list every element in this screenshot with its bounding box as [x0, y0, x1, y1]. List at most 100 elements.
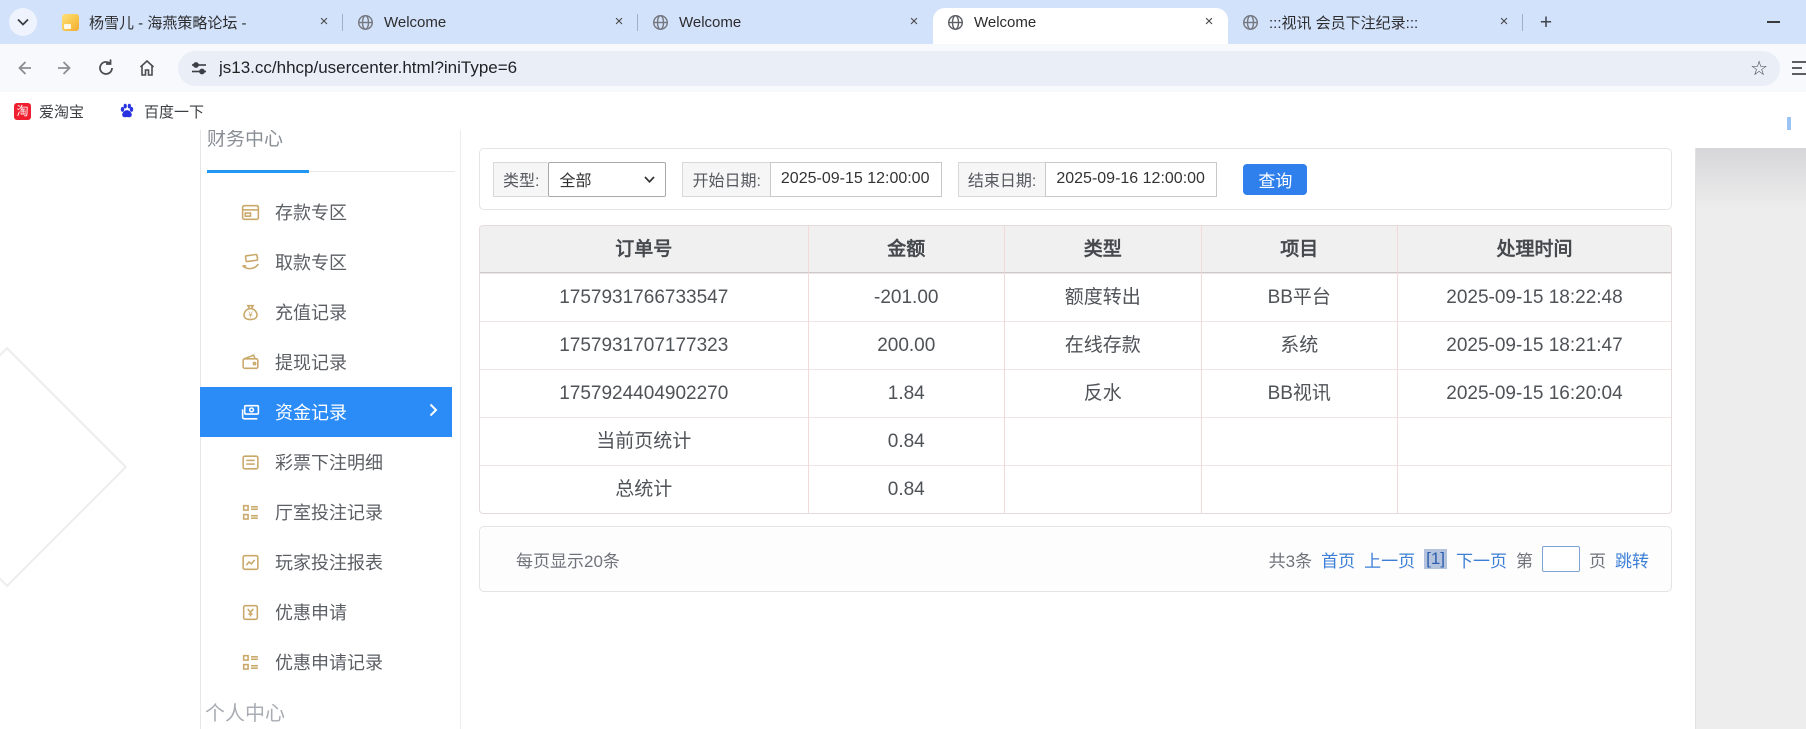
cell-empty [1200, 465, 1398, 513]
bookmark-baidu[interactable]: 百度一下 [118, 101, 204, 122]
cell-amount: 1.84 [807, 369, 1005, 417]
cell-order-no: 1757924404902270 [480, 369, 808, 417]
sidebar-menu: 存款专区 取款专区 ¥ 充值记录 提现记录 资金记录 彩票下注明细 厅室投注记录… [200, 187, 460, 687]
sidebar-item-label: 资金记录 [275, 403, 347, 423]
prev-page-link[interactable]: 上一页 [1364, 547, 1415, 572]
cell-amount: 200.00 [807, 321, 1005, 369]
detail-list-icon [242, 654, 258, 670]
sidebar-section-finance: 财务中心 [207, 130, 284, 147]
total-count-text: 共3条 [1268, 551, 1313, 571]
minimize-button[interactable] [1760, 13, 1786, 31]
sidebar-item-promo-apply-record[interactable]: 优惠申请记录 [200, 637, 460, 687]
tab-close-icon[interactable]: × [610, 13, 628, 31]
forward-button[interactable] [48, 51, 82, 85]
baidu-icon [120, 103, 134, 118]
next-page-link[interactable]: 下一页 [1456, 547, 1507, 572]
tab-welcome-2[interactable]: Welcome × [638, 0, 933, 44]
page-size-text: 每页显示20条 [516, 551, 620, 571]
chart-report-icon [242, 554, 259, 570]
jump-prefix-text: 第 [1516, 551, 1533, 571]
chevron-right-icon [429, 403, 438, 417]
sidebar-item-withdraw-zone[interactable]: 取款专区 [200, 237, 460, 287]
tab-video-bet-record[interactable]: :::视讯 会员下注纪录::: × [1228, 0, 1523, 44]
sidebar-item-deposit-zone[interactable]: 存款专区 [200, 187, 460, 237]
tab-search-button[interactable] [9, 8, 37, 36]
tab-forum[interactable]: 杨雪儿 - 海燕策略论坛 - × [48, 0, 343, 44]
table-row: 1757931707177323 200.00 在线存款 系统 2025-09-… [480, 321, 1671, 369]
cell-empty [1004, 465, 1201, 513]
cell-project: 系统 [1200, 321, 1398, 369]
site-settings-icon[interactable] [190, 59, 208, 77]
tab-close-icon[interactable]: × [1495, 13, 1513, 31]
end-date-input[interactable]: 2025-09-16 12:00:00 [1045, 161, 1218, 197]
cell-proc-time: 2025-09-15 16:20:04 [1397, 369, 1671, 417]
back-button[interactable] [7, 51, 41, 85]
side-panel-icon[interactable] [1790, 58, 1806, 78]
doc-favicon-icon [62, 13, 79, 31]
tab-close-icon[interactable]: × [1200, 13, 1218, 31]
page-content: 财务中心 存款专区 取款专区 ¥ 充值记录 提现记录 资金记录 彩票下注明细 厅… [0, 130, 1806, 729]
start-date-input[interactable]: 2025-09-15 12:00:00 [769, 161, 942, 197]
sidebar-item-label: 玩家投注报表 [275, 553, 383, 573]
sidebar-item-label: 厅室投注记录 [275, 503, 383, 523]
type-filter-group: 类型: 全部 [493, 161, 667, 197]
sidebar-item-lottery-bet-detail[interactable]: 彩票下注明细 [200, 437, 460, 487]
tab-welcome-1[interactable]: Welcome × [343, 0, 638, 44]
cell-type: 反水 [1004, 369, 1201, 417]
cell-summary-label: 当前页统计 [480, 417, 808, 465]
tab-welcome-active[interactable]: Welcome × [933, 0, 1228, 44]
bookmark-star-icon[interactable]: ☆ [1750, 56, 1768, 81]
detail-list-icon [242, 504, 258, 520]
sidebar-item-promo-apply[interactable]: 优惠申请 [200, 587, 460, 637]
bookmarks-bar: 淘 爱淘宝 百度一下 [0, 92, 1806, 134]
cell-proc-time: 2025-09-15 18:22:48 [1397, 273, 1671, 321]
type-select[interactable]: 全部 [548, 161, 667, 197]
type-label: 类型: [493, 161, 549, 197]
page-jump-input[interactable] [1542, 546, 1580, 572]
tab-title: Welcome [679, 13, 742, 31]
cell-project: BB视讯 [1200, 369, 1398, 417]
tab-close-icon[interactable]: × [315, 13, 333, 31]
sidebar-item-room-bet-record[interactable]: 厅室投注记录 [200, 487, 460, 537]
funds-record-table: 订单号 金额 类型 项目 处理时间 1757931766733547 -201.… [479, 225, 1672, 514]
minimize-icon [1766, 21, 1780, 23]
globe-icon [1242, 14, 1259, 30]
url-text[interactable]: js13.cc/hhcp/usercenter.html?iniType=6 [219, 58, 1742, 78]
chevron-down-icon [17, 18, 29, 26]
cell-order-no: 1757931707177323 [480, 321, 808, 369]
tab-close-icon[interactable]: × [905, 13, 923, 31]
end-date-group: 结束日期: 2025-09-16 12:00:00 [957, 161, 1218, 197]
home-button[interactable] [130, 51, 164, 85]
cell-summary-label: 总统计 [480, 465, 808, 513]
cell-project: BB平台 [1200, 273, 1398, 321]
cell-empty [1200, 417, 1398, 465]
jump-button[interactable]: 跳转 [1615, 547, 1649, 572]
sidebar-item-funds-record[interactable]: 资金记录 [200, 387, 452, 437]
funds-cards-icon [241, 404, 260, 420]
sidebar-item-recharge-record[interactable]: ¥ 充值记录 [200, 287, 460, 337]
query-button[interactable]: 查询 [1243, 163, 1308, 195]
globe-icon [947, 14, 964, 30]
deposit-card-icon [241, 204, 260, 220]
taobao-icon: 淘 [14, 102, 31, 120]
bookmark-aitaobao[interactable]: 淘 爱淘宝 [14, 101, 84, 122]
address-bar[interactable]: js13.cc/hhcp/usercenter.html?iniType=6 ☆ [178, 50, 1780, 86]
first-page-link[interactable]: 首页 [1321, 547, 1355, 572]
sidebar-item-player-bet-report[interactable]: 玩家投注报表 [200, 537, 460, 587]
bookmark-label: 百度一下 [144, 103, 205, 121]
sidebar-item-label: 充值记录 [275, 303, 347, 323]
table-row: 1757931766733547 -201.00 额度转出 BB平台 2025-… [480, 273, 1671, 321]
cell-empty [1004, 417, 1201, 465]
type-select-value: 全部 [559, 173, 592, 190]
cell-amount: -201.00 [807, 273, 1005, 321]
sidebar-tab-underline [207, 170, 455, 173]
cell-order-no: 1757931766733547 [480, 273, 808, 321]
reload-button[interactable] [89, 51, 123, 85]
start-date-label: 开始日期: [682, 161, 770, 197]
tab-title: Welcome [384, 13, 447, 31]
new-tab-button[interactable]: + [1532, 9, 1560, 37]
pagination-controls: 共3条 首页 上一页 [1] 下一页 第 页 跳转 [1269, 546, 1649, 572]
table-row: 1757924404902270 1.84 反水 BB视讯 2025-09-15… [480, 369, 1671, 417]
filter-bar: 类型: 全部 开始日期: 2025-09-15 12:00:00 结束日期: 2… [479, 148, 1672, 210]
sidebar-item-withdrawal-record[interactable]: 提现记录 [200, 337, 460, 387]
